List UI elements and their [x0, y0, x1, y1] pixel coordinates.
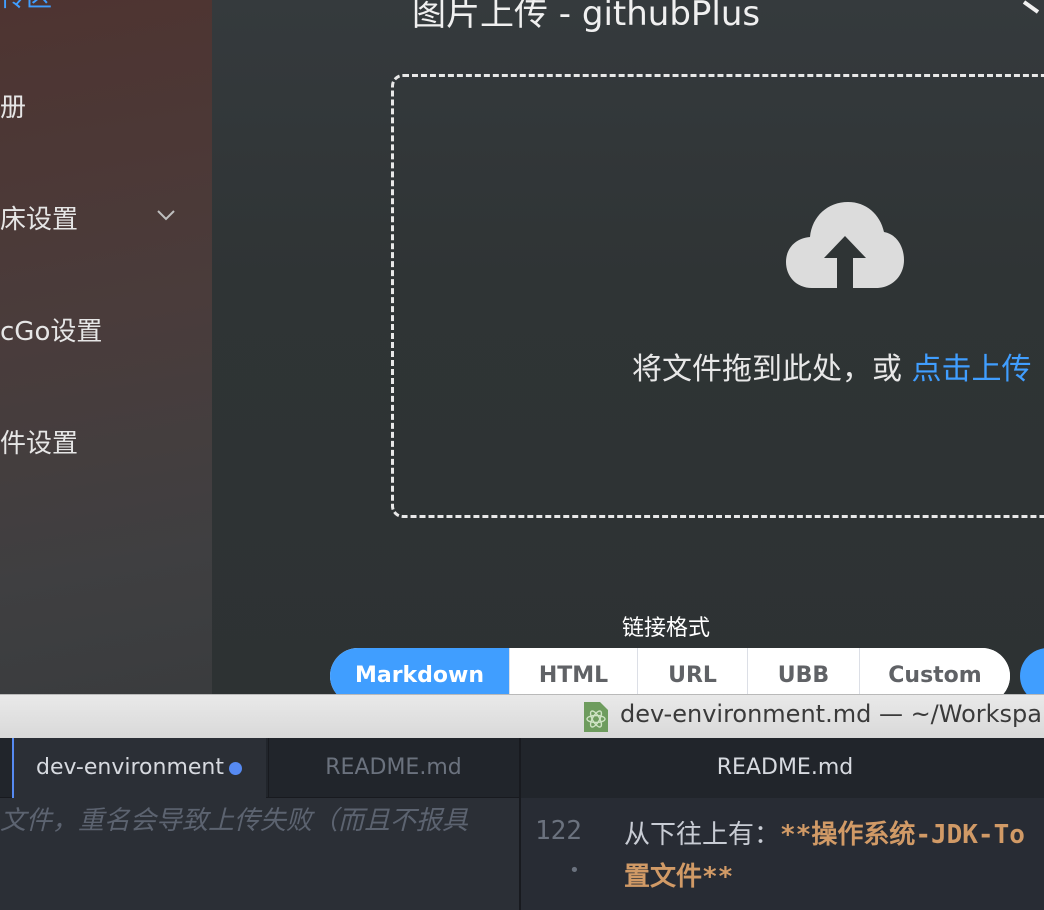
- sidebar: 传区 册 床设置 cGo设置 件设置: [0, 0, 212, 694]
- cloud-upload-icon: [786, 202, 904, 288]
- editor-line: 文件，重名会导致上传失败（而且不报具: [0, 806, 469, 836]
- tab-label: README.md: [325, 755, 462, 780]
- tab-readme[interactable]: README.md: [268, 738, 518, 798]
- format-markdown-button[interactable]: Markdown: [330, 648, 510, 694]
- line-number: 122: [535, 816, 582, 846]
- sidebar-item-picbed-settings[interactable]: 床设置: [0, 200, 78, 240]
- upload-dropzone[interactable]: [391, 74, 1044, 518]
- click-upload-link[interactable]: 点击上传: [912, 352, 1032, 387]
- wrap-indicator: •: [569, 860, 580, 881]
- code-text: 从下往上有：: [624, 820, 781, 850]
- sidebar-item-label: 册: [0, 93, 27, 123]
- tab-label: README.md: [716, 755, 854, 780]
- code-line-wrapped: 置文件**: [624, 856, 733, 893]
- sidebar-item-picgo-settings[interactable]: cGo设置: [0, 312, 102, 352]
- atom-file-icon: [584, 702, 608, 732]
- sidebar-item-plugin-settings[interactable]: 件设置: [0, 424, 78, 464]
- tab-label: dev-environment: [36, 755, 224, 780]
- window-title: dev-environment.md — ~/Workspa: [620, 700, 1042, 728]
- code-line: 从下往上有：**操作系统-JDK-To: [624, 814, 1025, 851]
- modified-indicator-icon[interactable]: [229, 762, 242, 775]
- format-custom-button[interactable]: Custom: [860, 648, 1010, 694]
- format-html-button[interactable]: HTML: [510, 648, 638, 694]
- sidebar-item-label: 床设置: [0, 205, 79, 235]
- dropzone-hint: 将文件拖到此处，或: [632, 352, 902, 387]
- code-bold-text: **操作系统-JDK-To: [780, 820, 1025, 850]
- sidebar-item-label: 件设置: [0, 429, 79, 459]
- chevron-down-icon[interactable]: [156, 205, 176, 225]
- picgo-window: 传区 册 床设置 cGo设置 件设置 图片上传 - githubPlus 将文件…: [0, 0, 1044, 694]
- dropzone-text: 将文件拖到此处，或 点击上传: [632, 344, 1032, 388]
- page-title: 图片上传 - githubPlus: [412, 0, 761, 34]
- sidebar-item-upload[interactable]: 传区: [0, 0, 52, 18]
- format-url-button[interactable]: URL: [638, 648, 748, 694]
- link-format-label: 链接格式: [622, 616, 711, 641]
- tab-readme-active[interactable]: README.md: [521, 738, 1044, 798]
- sidebar-item-album[interactable]: 册: [0, 88, 26, 128]
- sidebar-item-label: cGo设置: [0, 317, 103, 347]
- chevron-down-icon[interactable]: [1022, 0, 1044, 22]
- sidebar-item-label: 传区: [0, 0, 52, 13]
- link-format-group: Markdown HTML URL UBB Custom: [330, 648, 1010, 694]
- format-ubb-button[interactable]: UBB: [748, 648, 860, 694]
- code-bold-text: 置文件**: [624, 862, 734, 892]
